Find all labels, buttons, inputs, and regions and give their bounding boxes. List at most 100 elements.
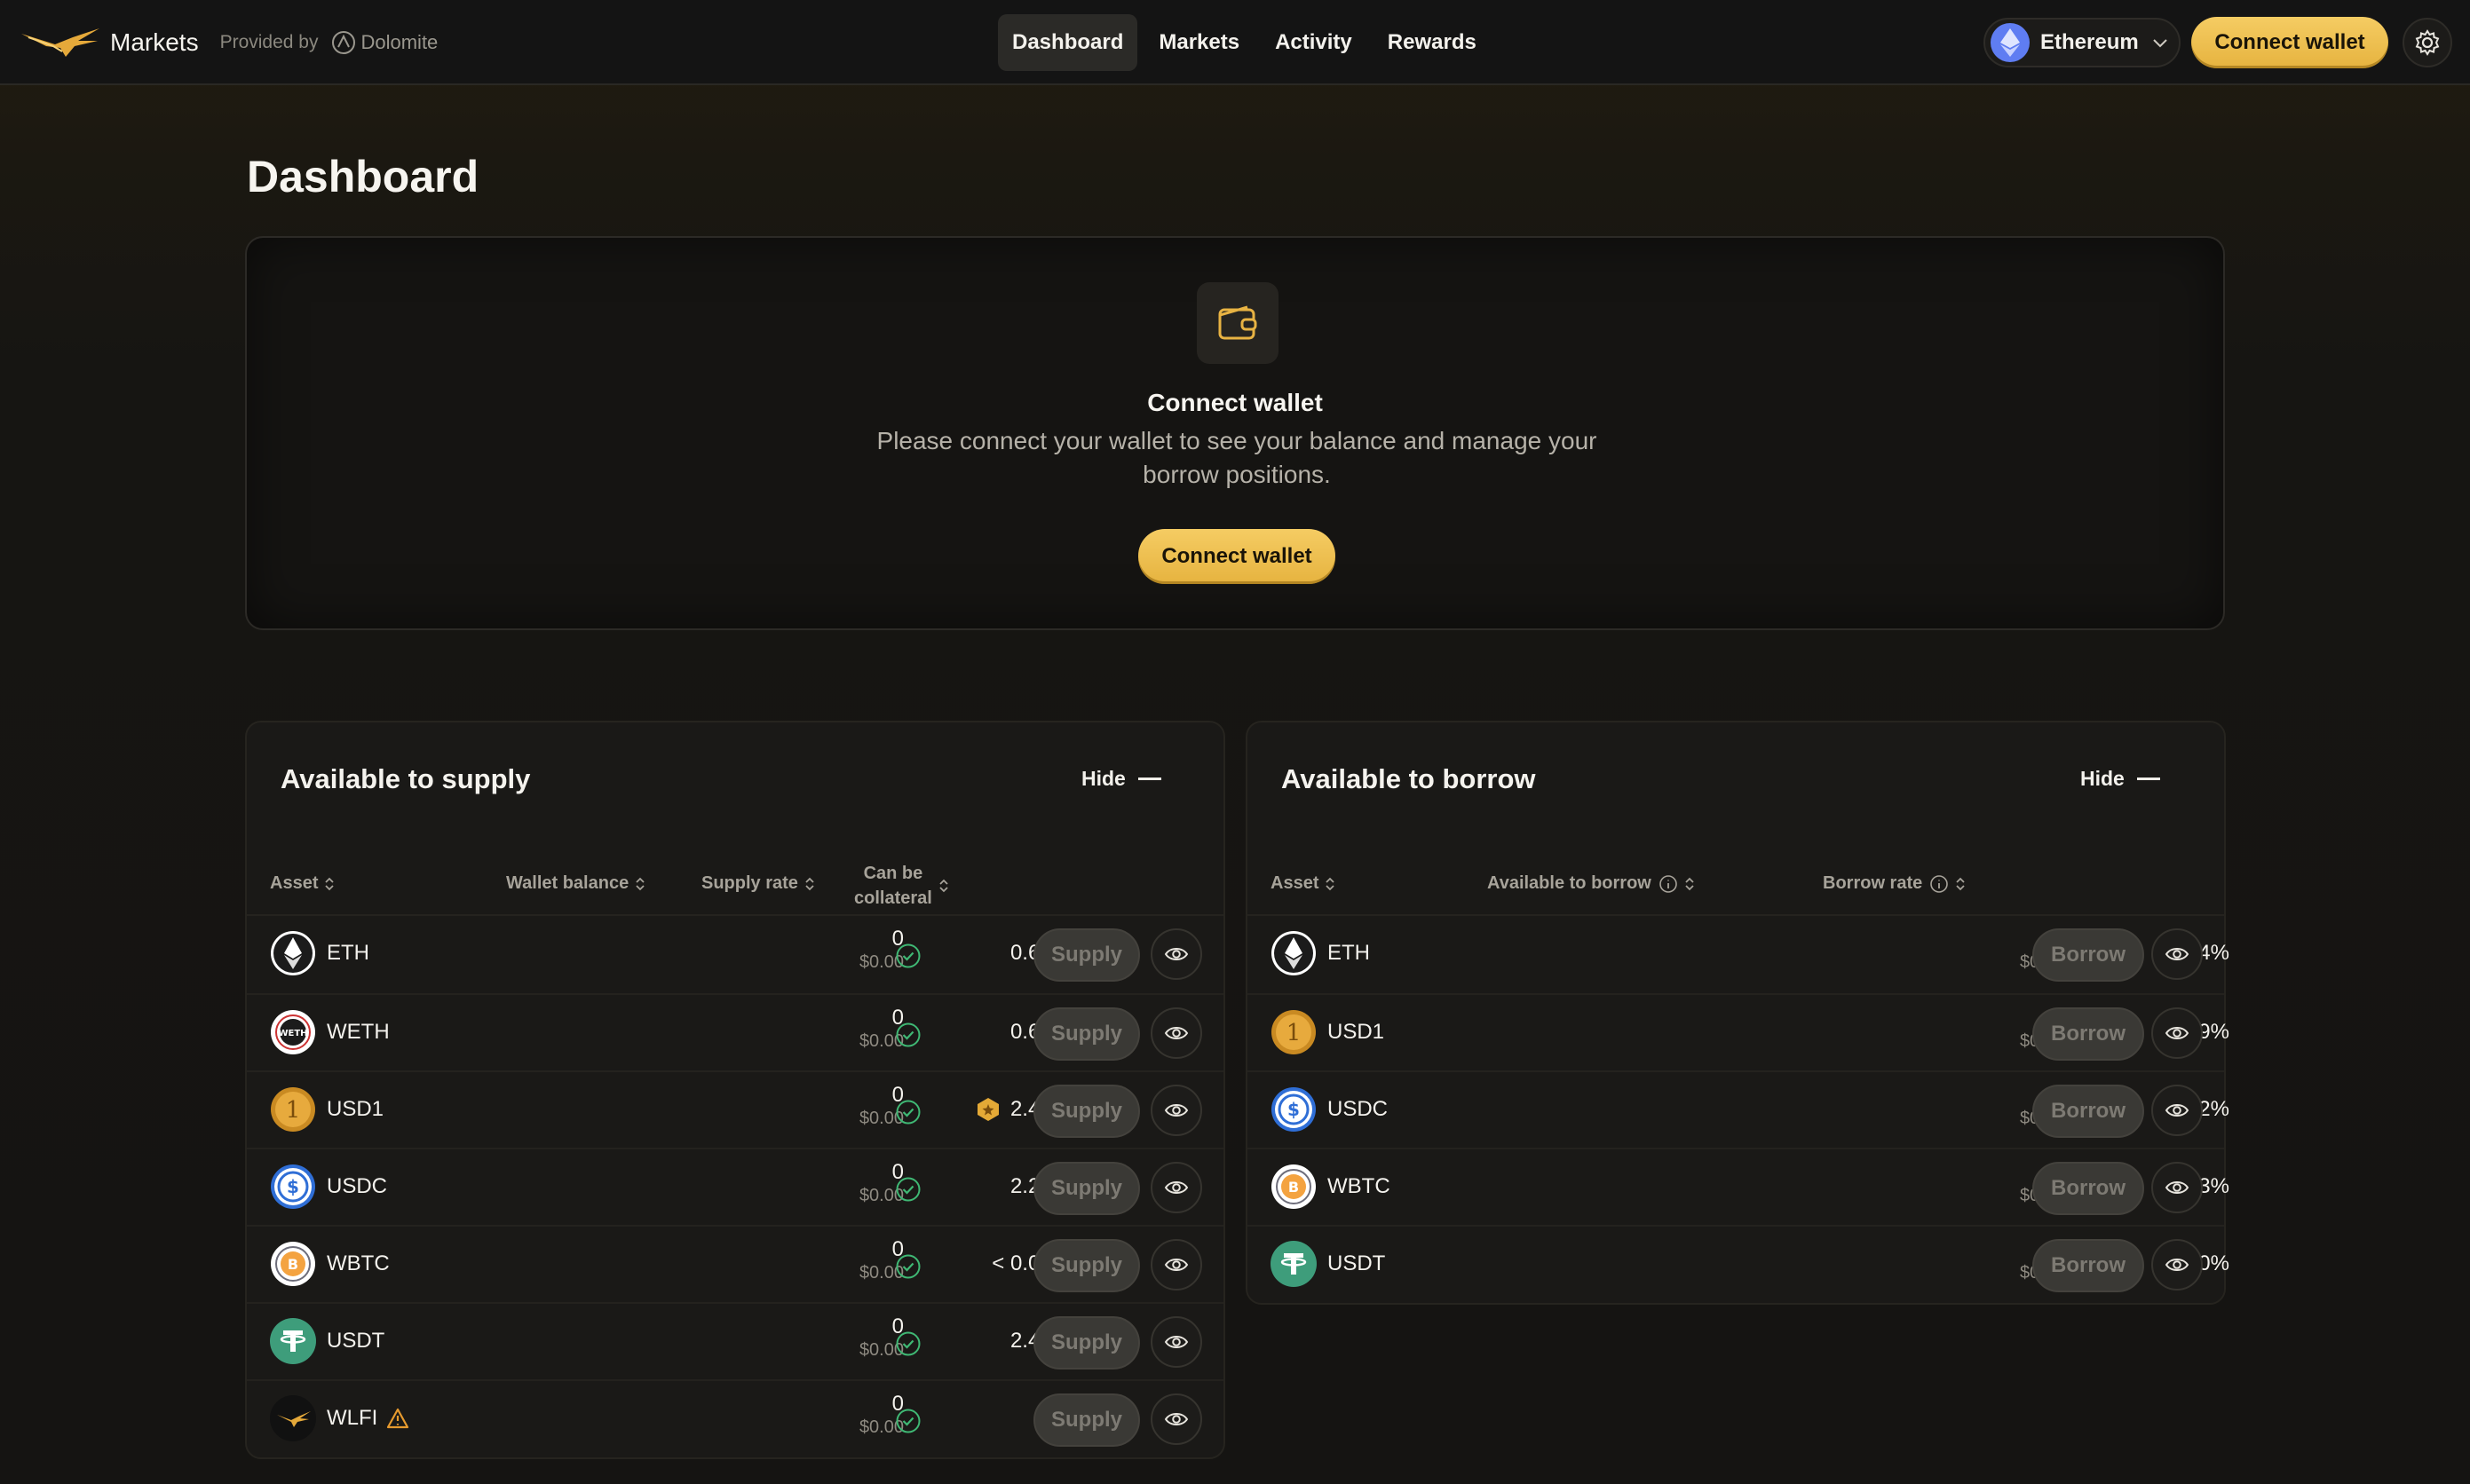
eye-icon-button[interactable] (2151, 1239, 2203, 1291)
balance-amount: 0 (891, 1314, 904, 1338)
svg-text:WETH: WETH (278, 1029, 307, 1038)
balance-usd: $0.00 (859, 1186, 904, 1205)
asset-symbol: USDT (1327, 1251, 1386, 1275)
minus-icon (1137, 778, 1161, 780)
connect-card-title: Connect wallet (1147, 389, 1323, 416)
main-nav: Dashboard Markets Activity Rewards (998, 14, 1491, 71)
asset-symbol: USDT (327, 1329, 385, 1353)
page-title: Dashboard (247, 152, 479, 201)
sort-icon (1956, 877, 1965, 890)
eye-icon-button[interactable] (2151, 928, 2203, 980)
supply-row: B WBTC 0 $0.00 < 0.01% Supply (247, 1225, 1223, 1302)
borrow-col-asset[interactable]: Asset (1271, 873, 1335, 894)
network-selector[interactable]: Ethereum (1983, 18, 2181, 67)
eye-icon (1164, 1256, 1189, 1274)
collateral-check-icon (895, 1408, 922, 1434)
balance-cell: 0$0.00 (744, 927, 904, 973)
svg-text:B: B (288, 1256, 298, 1273)
supply-row: WETHWETH0$0.000.65%Supply (247, 993, 1223, 1070)
eye-icon-button[interactable] (1151, 1239, 1202, 1291)
sort-icon (1685, 877, 1694, 890)
borrow-col-rate[interactable]: Borrow rate (1823, 873, 1965, 894)
info-icon[interactable] (1659, 874, 1678, 894)
eye-icon (1164, 1024, 1189, 1042)
borrow-row: ETH0$0.001.64%Borrow (1247, 916, 2229, 993)
borrow-button[interactable]: Borrow (2032, 1162, 2144, 1215)
asset-cell: 1 USD1 (270, 1086, 384, 1133)
eye-icon-button[interactable] (1151, 1085, 1202, 1136)
asset-cell: USDT (270, 1318, 384, 1364)
header-connect-wallet-button[interactable]: Connect wallet (2191, 17, 2388, 68)
eye-icon (2165, 945, 2189, 963)
borrow-row: $USDC0$0.006.02%Borrow (1247, 1070, 2229, 1148)
info-icon[interactable] (1929, 874, 1949, 894)
nav-tab-activity[interactable]: Activity (1261, 14, 1366, 71)
eye-icon-button[interactable] (1151, 928, 1202, 980)
balance-cell: 0$0.00 (744, 1314, 904, 1361)
collateral-label-line2: collateral (854, 888, 932, 908)
supply-button[interactable]: Supply (1033, 1162, 1140, 1215)
wbtc-coin-icon: B (270, 1241, 316, 1287)
eye-icon (1164, 1333, 1189, 1351)
nav-tab-markets[interactable]: Markets (1144, 14, 1254, 71)
eye-icon-button[interactable] (1151, 1393, 1202, 1445)
collateral-check-icon (895, 1253, 922, 1280)
usd1-coin-icon: 1 (270, 1086, 316, 1133)
supply-col-balance-label: Wallet balance (506, 873, 629, 893)
borrow-button[interactable]: Borrow (2032, 928, 2144, 982)
borrow-row: BWBTC0$0.000.03%Borrow (1247, 1148, 2229, 1225)
nav-tab-dashboard[interactable]: Dashboard (998, 14, 1138, 71)
supply-col-collateral[interactable]: Can be collateral (854, 861, 948, 911)
supply-hide-label: Hide (1081, 767, 1126, 790)
usdc-coin-icon: $ (270, 1164, 316, 1210)
borrow-button[interactable]: Borrow (2032, 1007, 2144, 1061)
brand[interactable]: Markets Provided by Dolomite (20, 25, 438, 60)
sort-icon (325, 877, 335, 890)
asset-cell: $ USDC (270, 1164, 387, 1210)
supply-button[interactable]: Supply (1033, 1316, 1140, 1370)
supply-button[interactable]: Supply (1033, 928, 1140, 982)
supply-button[interactable]: Supply (1033, 1393, 1140, 1447)
asset-symbol: USD1 (327, 1097, 384, 1121)
available-to-supply-panel: Available to supply Hide Asset Wallet ba… (245, 721, 1225, 1459)
eye-icon (2165, 1256, 2189, 1274)
eye-icon-button[interactable] (1151, 1007, 1202, 1059)
borrow-button[interactable]: Borrow (2032, 1239, 2144, 1292)
reward-hexagon-icon[interactable] (977, 1097, 1010, 1122)
supply-col-wallet-balance[interactable]: Wallet balance (506, 873, 645, 894)
nav-tab-rewards[interactable]: Rewards (1374, 14, 1491, 71)
eye-icon-button[interactable] (1151, 1162, 1202, 1213)
balance-amount: 0 (891, 1160, 904, 1184)
supply-col-asset-label: Asset (270, 873, 319, 893)
eye-icon (2165, 1024, 2189, 1042)
borrow-col-rate-label: Borrow rate (1823, 873, 1923, 893)
eye-icon-button[interactable] (2151, 1162, 2203, 1213)
eye-icon-button[interactable] (1151, 1316, 1202, 1368)
minus-icon (2136, 778, 2160, 780)
eye-icon-button[interactable] (2151, 1007, 2203, 1059)
settings-button[interactable] (2403, 18, 2452, 67)
supply-button[interactable]: Supply (1033, 1239, 1140, 1292)
balance-amount: 0 (891, 1237, 904, 1261)
eth-coin-icon (270, 930, 316, 976)
balance-amount: 0 (891, 1006, 904, 1030)
collateral-check-icon (895, 1022, 922, 1048)
supply-col-supply-rate[interactable]: Supply rate (701, 873, 814, 894)
eye-icon-button[interactable] (2151, 1085, 2203, 1136)
supply-hide-toggle[interactable]: Hide (1081, 767, 1161, 791)
warning-icon[interactable] (377, 1408, 409, 1429)
eth-coin-icon (1271, 930, 1317, 976)
balance-usd: $0.00 (859, 1340, 904, 1360)
borrow-col-available-label: Available to borrow (1487, 873, 1651, 893)
wbtc-coin-icon: B (1271, 1164, 1317, 1210)
supply-button[interactable]: Supply (1033, 1085, 1140, 1138)
brand-name: Markets (110, 28, 199, 56)
borrow-hide-toggle[interactable]: Hide (2080, 767, 2160, 791)
dolomite-logo-icon (332, 31, 356, 54)
supply-button[interactable]: Supply (1033, 1007, 1140, 1061)
borrow-button[interactable]: Borrow (2032, 1085, 2144, 1138)
supply-col-asset[interactable]: Asset (270, 873, 335, 894)
connect-wallet-button[interactable]: Connect wallet (1138, 529, 1335, 584)
borrow-col-available[interactable]: Available to borrow (1487, 873, 1694, 894)
balance-usd: $0.00 (859, 952, 904, 972)
